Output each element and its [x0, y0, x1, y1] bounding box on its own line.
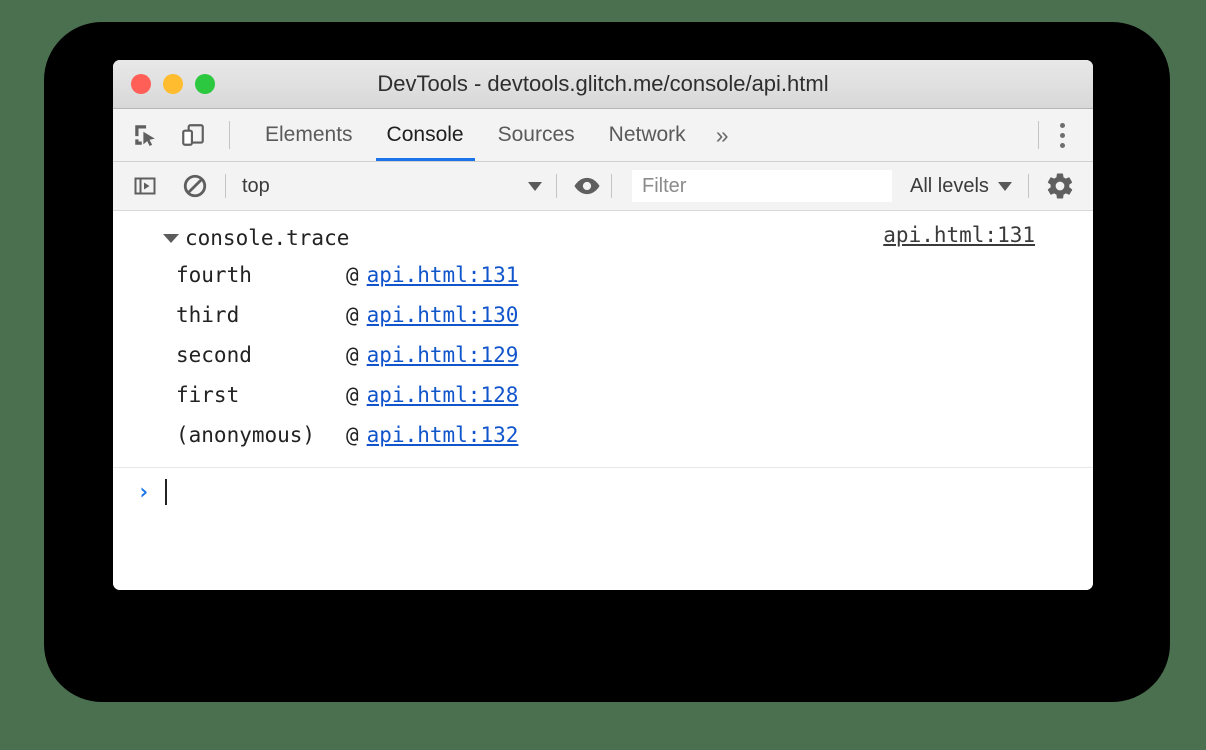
minimize-window-button[interactable]: [163, 74, 183, 94]
live-expression-eye-icon[interactable]: [569, 168, 605, 204]
stack-frame-at: @: [346, 263, 359, 287]
devtools-tabbar: Elements Console Sources Network »: [113, 109, 1093, 162]
stack-frame-row: second @ api.html:129: [113, 335, 1093, 375]
stack-frame-location-link[interactable]: api.html:129: [367, 343, 519, 367]
console-toolbar-separator-4: [1028, 174, 1029, 198]
stack-frame-function: (anonymous): [176, 423, 346, 447]
execution-context-value: top: [242, 175, 528, 198]
prompt-chevron-icon: ›: [137, 480, 161, 505]
stack-frame-function: third: [176, 303, 346, 327]
tabbar-right-tools: [1032, 109, 1093, 161]
log-levels-select[interactable]: All levels: [910, 175, 1012, 198]
kebab-menu-icon[interactable]: [1045, 115, 1079, 155]
trace-title: console.trace: [161, 226, 349, 250]
stack-frame-row: first @ api.html:128: [113, 375, 1093, 415]
console-toolbar-separator-2: [556, 174, 557, 198]
chevron-down-icon-levels: [998, 182, 1012, 191]
stack-frame-location-link[interactable]: api.html:131: [367, 263, 519, 287]
trace-origin-link[interactable]: api.html:131: [883, 223, 1035, 247]
console-message-area[interactable]: console.trace api.html:131 fourth @ api.…: [113, 211, 1093, 590]
window-title: DevTools - devtools.glitch.me/console/ap…: [377, 71, 828, 97]
panel-tabs: Elements Console Sources Network »: [248, 109, 741, 161]
console-trace-group: console.trace api.html:131 fourth @ api.…: [113, 211, 1093, 468]
console-prompt-row[interactable]: ›: [113, 468, 1093, 516]
log-levels-value: All levels: [910, 175, 989, 198]
tab-elements[interactable]: Elements: [248, 109, 370, 161]
stack-frame-row: third @ api.html:130: [113, 295, 1093, 335]
stack-frame-location-link[interactable]: api.html:128: [367, 383, 519, 407]
close-window-button[interactable]: [131, 74, 151, 94]
tabbar-separator: [229, 121, 230, 149]
gear-icon[interactable]: [1041, 167, 1079, 205]
tab-console[interactable]: Console: [370, 109, 481, 161]
clear-console-icon[interactable]: [177, 168, 213, 204]
tabbar-separator-right: [1038, 121, 1039, 149]
filter-input[interactable]: [632, 170, 892, 202]
stack-frame-at: @: [346, 383, 359, 407]
stack-frame-location-link[interactable]: api.html:130: [367, 303, 519, 327]
console-toolbar: top All levels: [113, 162, 1093, 211]
devtools-window: DevTools - devtools.glitch.me/console/ap…: [113, 60, 1093, 590]
console-toolbar-separator-3: [611, 174, 612, 198]
tab-network[interactable]: Network: [592, 109, 703, 161]
stack-frame-function: second: [176, 343, 346, 367]
window-titlebar: DevTools - devtools.glitch.me/console/ap…: [113, 60, 1093, 109]
stack-frame-location-link[interactable]: api.html:132: [367, 423, 519, 447]
more-tabs-button[interactable]: »: [703, 109, 742, 161]
maximize-window-button[interactable]: [195, 74, 215, 94]
console-empty-space: [113, 516, 1093, 590]
stack-frame-row: fourth @ api.html:131: [113, 255, 1093, 295]
traffic-light-group: [131, 60, 215, 108]
chevron-down-icon: [528, 182, 542, 191]
stack-frame-at: @: [346, 303, 359, 327]
stack-frame-at: @: [346, 343, 359, 367]
execution-context-select[interactable]: top: [232, 169, 550, 203]
disclosure-triangle-icon[interactable]: [163, 234, 179, 243]
console-sidebar-icon[interactable]: [127, 168, 163, 204]
stack-frame-function: first: [176, 383, 346, 407]
prompt-text-caret: [165, 479, 167, 505]
inspect-element-icon[interactable]: [127, 117, 163, 153]
stack-frame-at: @: [346, 423, 359, 447]
device-toolbar-icon[interactable]: [175, 117, 211, 153]
tab-sources[interactable]: Sources: [481, 109, 592, 161]
stack-frame-function: fourth: [176, 263, 346, 287]
console-toolbar-separator-1: [225, 174, 226, 198]
stack-frame-row: (anonymous) @ api.html:132: [113, 415, 1093, 455]
tabbar-left-tools: [113, 109, 236, 161]
